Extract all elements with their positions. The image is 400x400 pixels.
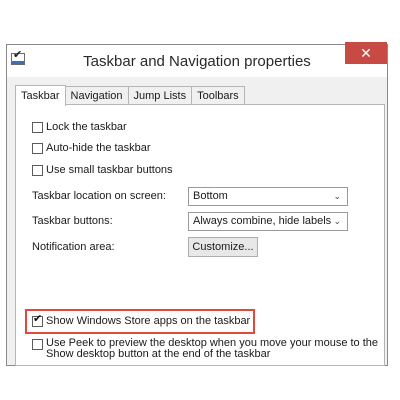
lock-taskbar-option[interactable]: Lock the taskbar — [32, 121, 127, 133]
small-buttons-option[interactable]: Use small taskbar buttons — [32, 164, 173, 176]
taskbar-buttons-value: Always combine, hide labels — [193, 215, 332, 227]
properties-dialog: ✔ Taskbar and Navigation properties ✕ Ta… — [6, 42, 388, 366]
tab-navigation[interactable]: Navigation — [64, 86, 129, 105]
peek-checkbox[interactable] — [32, 339, 43, 350]
store-apps-checkbox[interactable]: ✔ — [32, 313, 43, 327]
small-buttons-label: Use small taskbar buttons — [46, 164, 173, 176]
small-buttons-checkbox[interactable] — [32, 165, 43, 176]
peek-option[interactable]: Use Peek to preview the desktop when you… — [32, 338, 378, 360]
lock-taskbar-checkbox[interactable] — [32, 122, 43, 133]
customize-button[interactable]: Customize... — [188, 237, 258, 257]
close-icon: ✕ — [360, 45, 372, 61]
peek-label: Use Peek to preview the desktop when you… — [46, 338, 378, 360]
tab-jump-lists[interactable]: Jump Lists — [127, 86, 193, 105]
close-button[interactable]: ✕ — [345, 42, 387, 64]
window-title: Taskbar and Navigation properties — [83, 53, 311, 70]
taskbar-tab-panel: Lock the taskbar Auto-hide the taskbar U… — [15, 104, 385, 366]
autohide-taskbar-checkbox[interactable] — [32, 143, 43, 154]
tab-toolbars[interactable]: Toolbars — [191, 86, 245, 105]
peek-label-line2: Show desktop button at the end of the ta… — [46, 348, 271, 360]
autohide-taskbar-option[interactable]: Auto-hide the taskbar — [32, 142, 151, 154]
checkmark-icon: ✔ — [33, 313, 43, 325]
taskbar-buttons-select[interactable]: Always combine, hide labels ⌄ — [188, 212, 348, 231]
notification-area-label: Notification area: — [32, 241, 115, 253]
lock-taskbar-label: Lock the taskbar — [46, 121, 127, 133]
store-apps-option[interactable]: ✔ Show Windows Store apps on the taskbar — [32, 313, 251, 327]
taskbar-location-label: Taskbar location on screen: — [32, 190, 166, 202]
chevron-down-icon: ⌄ — [333, 191, 341, 201]
tab-strip: Taskbar Navigation Jump Lists Toolbars — [15, 85, 245, 106]
taskbar-buttons-label: Taskbar buttons: — [32, 215, 113, 227]
autohide-taskbar-label: Auto-hide the taskbar — [46, 142, 151, 154]
tab-taskbar[interactable]: Taskbar — [15, 85, 66, 106]
title-bar[interactable]: ✔ Taskbar and Navigation properties ✕ — [7, 42, 387, 77]
store-apps-label: Show Windows Store apps on the taskbar — [46, 315, 251, 327]
taskbar-location-value: Bottom — [193, 190, 228, 202]
taskbar-location-select[interactable]: Bottom ⌄ — [188, 187, 348, 206]
chevron-down-icon: ⌄ — [333, 216, 341, 226]
